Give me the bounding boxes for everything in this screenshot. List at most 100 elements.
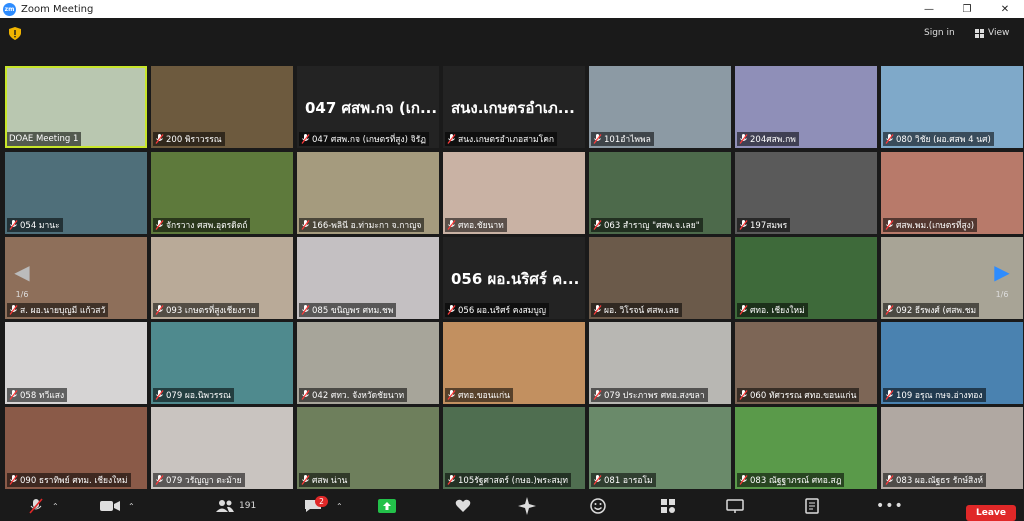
participant-tile[interactable]: 083 ผอ.ณัฐธร รักษ์สิงห์ [881, 407, 1023, 489]
participant-tile[interactable]: 054 มานะ [5, 152, 147, 234]
participant-name: 197สมพร [750, 221, 788, 231]
participant-tile[interactable]: 101อำไพพล [589, 66, 731, 148]
share-screen-button[interactable] [378, 497, 396, 515]
whiteboard-button[interactable] [726, 497, 744, 515]
participant-tile[interactable]: สนง.เกษตรอำเภ... สนง.เกษตรอำเภอสามโคก [443, 66, 585, 148]
window-titlebar: zm Zoom Meeting — ❐ ✕ [0, 0, 1024, 18]
participant-tile[interactable]: 085 ขนิญพร ศทม.ชพ [297, 237, 439, 319]
muted-mic-icon [447, 305, 456, 315]
participant-tile[interactable]: ศสพ น่าน [297, 407, 439, 489]
meeting-toolbar: ⌃ ⌃ 191 ⌃ ••• [0, 492, 1024, 519]
participant-name: 200 พิราวรรณ [166, 135, 222, 145]
participant-nameplate: 090 ธราทิพย์ ศทม. เชียงใหม่ [7, 473, 131, 487]
participant-nameplate: 079 ผอ.นิพวรรณ [153, 388, 234, 402]
participant-name: 080 วิชัย (ผอ.ศสพ 4 นศ) [896, 135, 991, 145]
maximize-button[interactable]: ❐ [948, 0, 986, 18]
participant-tile[interactable]: 080 วิชัย (ผอ.ศสพ 4 นศ) [881, 66, 1023, 148]
participant-nameplate: 109 อรุณ กษจ.อ่างทอง [883, 388, 986, 402]
participant-tile[interactable]: 090 ธราทิพย์ ศทม. เชียงใหม่ [5, 407, 147, 489]
participant-tile[interactable]: ศทอ. เชียงใหม่ [735, 237, 877, 319]
chevron-up-icon[interactable]: ⌃ [128, 502, 135, 511]
participant-name: 093 เกษตรที่สูงเชียงราย [166, 306, 256, 316]
chevron-up-icon[interactable]: ⌃ [52, 502, 59, 511]
sign-in-link[interactable]: Sign in [924, 28, 955, 38]
muted-mic-icon [593, 220, 602, 230]
apps-button[interactable] [660, 497, 676, 515]
participant-name: 079 ประภาพร ศทอ.สงขลา [604, 391, 705, 401]
participant-tile[interactable]: 042 ศทว. จังหวัดชัยนาท [297, 322, 439, 404]
security-shield-icon[interactable] [9, 27, 21, 40]
participant-tile[interactable]: 093 เกษตรที่สูงเชียงราย [151, 237, 293, 319]
participant-nameplate: 079 วรัญญา ตะม้าย [153, 473, 245, 487]
reactions-button[interactable] [455, 497, 471, 515]
participants-button[interactable]: 191 [215, 497, 256, 515]
participant-tile[interactable]: ผอ. วิโรจน์ ศสพ.เลย [589, 237, 731, 319]
participant-tile[interactable]: จักรวาง ศสพ.อุตรดิตถ์ [151, 152, 293, 234]
participant-nameplate: ศทอ.ขอนแก่น [445, 388, 513, 402]
participant-tile[interactable]: 058 ทวีแสง [5, 322, 147, 404]
participant-nameplate: 056 ผอ.นริศร์ คงสมบูญ [445, 303, 550, 317]
next-page-button[interactable]: ▶ 1/6 [982, 238, 1022, 320]
unmute-button[interactable]: ⌃ [26, 497, 59, 515]
participant-nameplate: 079 ประภาพร ศทอ.สงขลา [591, 388, 708, 402]
prev-page-button[interactable]: ◀ 1/6 [2, 238, 42, 320]
ai-companion-button[interactable] [518, 497, 536, 515]
participant-name: 083 ผอ.ณัฐธร รักษ์สิงห์ [896, 476, 984, 486]
participant-name: 092 ธีรพงศ์ (ศสพ.ชม [896, 306, 977, 316]
chat-unread-badge: 2 [315, 496, 328, 507]
participant-tile[interactable]: 047 ศสพ.กจ (เก... 047 ศสพ.กจ (เกษตรที่สูง… [297, 66, 439, 148]
participant-nameplate: ศทอ.ชัยนาท [445, 218, 507, 232]
window-controls: — ❐ ✕ [910, 0, 1024, 18]
muted-mic-icon [301, 475, 310, 485]
participant-tile[interactable]: 056 ผอ.นริศร์ ค... 056 ผอ.นริศร์ คงสมบูญ [443, 237, 585, 319]
close-window-button[interactable]: ✕ [986, 0, 1024, 18]
muted-mic-icon [447, 390, 456, 400]
chevron-up-icon[interactable]: ⌃ [336, 502, 343, 511]
participant-tile[interactable]: ศสพ.พม.(เกษตรที่สูง) [881, 152, 1023, 234]
page-indicator-left: 1/6 [15, 289, 29, 299]
participant-name: ศสพ.พม.(เกษตรที่สูง) [896, 221, 975, 231]
more-button[interactable]: ••• [876, 497, 904, 515]
participant-tile[interactable]: 200 พิราวรรณ [151, 66, 293, 148]
participant-name: 109 อรุณ กษจ.อ่างทอง [896, 391, 983, 401]
view-button[interactable]: View [975, 28, 1009, 38]
participant-tile[interactable]: 079 ผอ.นิพวรรณ [151, 322, 293, 404]
participant-tile[interactable]: 204ศสพ.กพ [735, 66, 877, 148]
muted-mic-icon [301, 390, 310, 400]
participant-tile[interactable]: 063 สำราญ "ศสพ.จ.เลย" [589, 152, 731, 234]
participant-tile[interactable]: 105รัฐศาสตร์ (กษอ.)พระสมุท [443, 407, 585, 489]
participant-name: 081 อารอโม [604, 476, 653, 486]
participant-tile[interactable]: 109 อรุณ กษจ.อ่างทอง [881, 322, 1023, 404]
participant-tile[interactable]: DOAE Meeting 1 [5, 66, 147, 148]
participant-tile[interactable]: 060 ทัศวรรณ ศทอ.ขอนแก่น [735, 322, 877, 404]
participant-tile[interactable]: 083 ณัฐฐาภรณ์ ศทอ.สฎ [735, 407, 877, 489]
participant-tile[interactable]: ศทอ.ขอนแก่น [443, 322, 585, 404]
participant-name: 058 ทวีแสง [20, 391, 65, 401]
share-screen-icon [378, 499, 396, 513]
grid-view-icon [975, 28, 984, 38]
notes-button[interactable] [805, 497, 819, 515]
participant-nameplate: 093 เกษตรที่สูงเชียงราย [153, 303, 259, 317]
participant-tile[interactable]: 166-พลินี อ.ท่ามะกา จ.กาญจ [297, 152, 439, 234]
emoji-reaction-button[interactable] [590, 497, 606, 515]
participant-tile[interactable]: 081 อารอโม [589, 407, 731, 489]
sparkle-icon [518, 497, 536, 515]
participant-name: 054 มานะ [20, 221, 60, 231]
more-dots-icon: ••• [876, 498, 904, 514]
participant-nameplate: 042 ศทว. จังหวัดชัยนาท [299, 388, 408, 402]
participant-name: 204ศสพ.กพ [750, 135, 796, 145]
muted-mic-icon [301, 134, 310, 144]
minimize-button[interactable]: — [910, 0, 948, 18]
muted-mic-icon [739, 475, 748, 485]
participant-name-large: 056 ผอ.นริศร์ ค... [451, 270, 580, 288]
video-button[interactable]: ⌃ [100, 497, 135, 515]
participant-tile[interactable]: 079 ประภาพร ศทอ.สงขลา [589, 322, 731, 404]
participant-name: 085 ขนิญพร ศทม.ชพ [312, 306, 394, 316]
participant-tile[interactable]: 079 วรัญญา ตะม้าย [151, 407, 293, 489]
participant-nameplate: 200 พิราวรรณ [153, 132, 225, 146]
participants-count: 191 [239, 501, 257, 511]
participant-nameplate: 101อำไพพล [591, 132, 654, 146]
video-grid: DOAE Meeting 1 200 พิราวรรณ 047 ศสพ.กจ (เก… [0, 66, 1024, 489]
participant-tile[interactable]: 197สมพร [735, 152, 877, 234]
participant-tile[interactable]: ศทอ.ชัยนาท [443, 152, 585, 234]
